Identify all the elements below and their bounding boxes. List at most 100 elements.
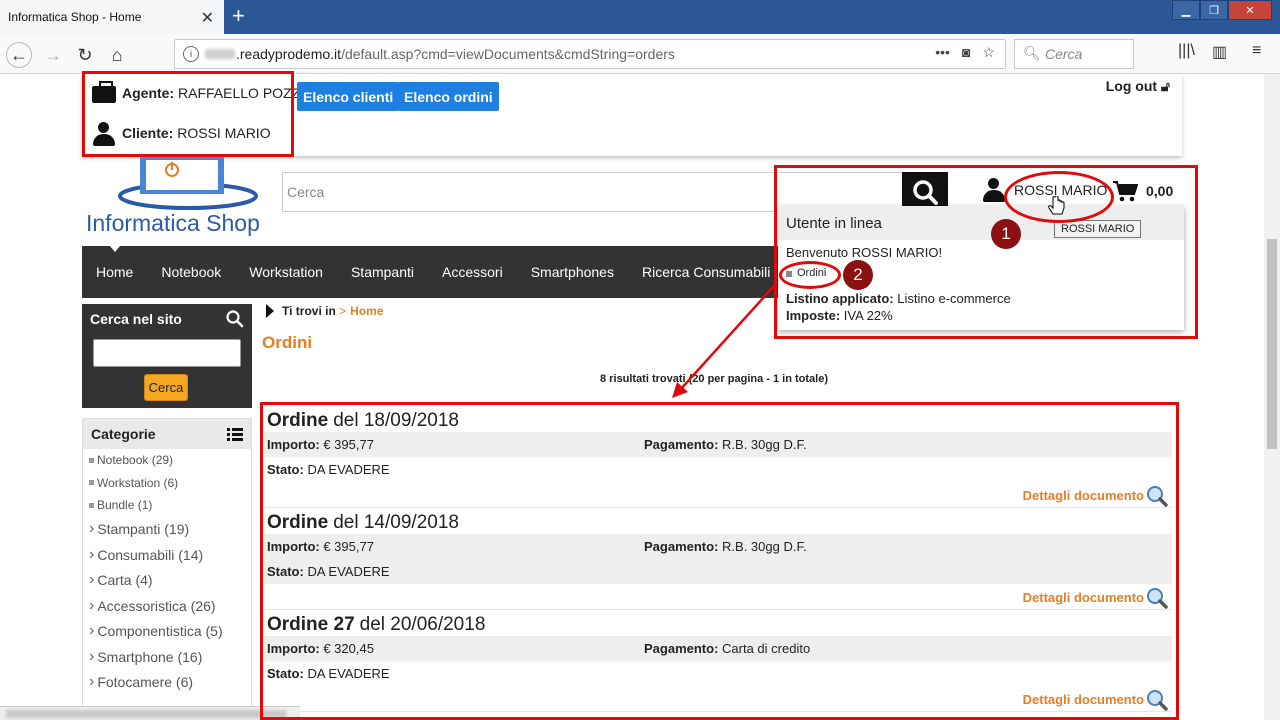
back-icon[interactable]: ← [6, 42, 32, 68]
briefcase-icon [92, 81, 116, 104]
page-scrollbar[interactable] [1264, 74, 1280, 720]
browser-search[interactable]: 🔍︎ Cerca [1014, 39, 1134, 69]
order-title-bold: Ordine [267, 512, 329, 533]
category-smartphone[interactable]: Smartphone (16) [89, 644, 251, 670]
scrollbar-thumb[interactable] [1267, 239, 1277, 449]
browser-search-placeholder: Cerca [1045, 46, 1083, 62]
site-search-button[interactable]: Cerca [144, 374, 188, 401]
stato-label: Stato: [267, 462, 304, 477]
agent-label: Agente: [122, 85, 175, 101]
menu-item-stampanti[interactable]: Stampanti [337, 264, 428, 280]
category-consumabili[interactable]: Consumabili (14) [89, 542, 251, 568]
tab-title: Informatica Shop - Home [8, 10, 142, 24]
category-stampanti[interactable]: Stampanti (19) [89, 517, 251, 543]
logout-label: Log out [1105, 78, 1158, 94]
stato-value: DA EVADERE [307, 666, 390, 681]
order-item: Ordine del 18/09/2018 Importo: € 395,77 P… [264, 406, 1172, 508]
menu-item-accessori[interactable]: Accessori [428, 264, 517, 280]
client-row: Cliente: ROSSI MARIO [92, 122, 271, 146]
site-info-icon[interactable]: i [183, 46, 199, 62]
results-count: 8 risultati trovati (20 per pagina - 1 i… [600, 373, 828, 385]
stato-label: Stato: [267, 564, 304, 579]
pocket-icon[interactable]: ◙ [962, 44, 970, 61]
category-notebook[interactable]: Notebook (29) [89, 449, 251, 472]
order-status-row: Stato: DA EVADERE [264, 457, 1172, 482]
step-marker-1: 1 [991, 219, 1021, 249]
order-detail-link[interactable]: Dettagli documento [264, 482, 1172, 508]
page-actions-icon[interactable]: ••• [935, 44, 950, 61]
category-bundle[interactable]: Bundle (1) [89, 494, 251, 517]
sidebar-toggle-icon[interactable]: ▥ [1212, 42, 1227, 62]
menu-item-notebook[interactable]: Notebook [147, 264, 235, 280]
hand-cursor-icon [1048, 196, 1065, 215]
browser-tab[interactable]: Informatica Shop - Home ✕ [0, 0, 224, 34]
home-icon[interactable]: ⌂ [104, 42, 130, 68]
library-icon[interactable]: |||\ [1178, 42, 1195, 60]
importo-value: € 320,45 [323, 641, 374, 656]
user-account[interactable]: ROSSI MARIO [982, 178, 1107, 202]
client-list-button[interactable]: Elenco clienti [297, 82, 400, 111]
order-detail-label: Dettagli documento [1022, 589, 1144, 605]
breadcrumb-home-link[interactable]: Home [350, 304, 383, 318]
order-date: del 14/09/2018 [333, 512, 459, 533]
menu-item-home[interactable]: Home [82, 264, 147, 280]
stato-label: Stato: [267, 666, 304, 681]
close-tab-icon[interactable]: ✕ [201, 8, 214, 28]
logo-text: Informatica Shop [86, 210, 260, 236]
list-icon[interactable] [227, 428, 243, 441]
categories-box: Categorie Notebook (29) Workstation (6) … [82, 418, 252, 720]
order-list-button[interactable]: Elenco ordini [398, 82, 499, 111]
category-carta[interactable]: Carta (4) [89, 568, 251, 594]
breadcrumb-prefix: Ti trovi in [282, 304, 336, 318]
url-domain: .readyprodemo.it [236, 46, 342, 62]
shop-search-placeholder: Cerca [287, 184, 325, 200]
bookmark-star-icon[interactable]: ☆ [982, 44, 995, 61]
cart-total: 0,00 [1146, 183, 1174, 199]
agent-row: Agente: RAFFAELLO POZZI [92, 81, 304, 104]
menu-item-ricerca-consumabili[interactable]: Ricerca Consumabili [628, 264, 784, 280]
order-status-row: Stato: DA EVADERE [264, 559, 1172, 584]
search-icon [913, 180, 938, 205]
user-tooltip: ROSSI MARIO [1054, 220, 1142, 238]
logout-link[interactable]: Log out 🔓︎ [1106, 78, 1170, 95]
magnifier-icon [1147, 588, 1168, 609]
menu-item-smartphones[interactable]: Smartphones [517, 264, 628, 280]
reload-icon[interactable]: ↻ [72, 42, 98, 68]
order-detail-label: Dettagli documento [1022, 691, 1144, 707]
site-search-input[interactable] [93, 339, 241, 367]
category-componentistica[interactable]: Componentistica (5) [89, 619, 251, 645]
order-detail-link[interactable]: Dettagli documento [264, 584, 1172, 610]
forward-icon[interactable]: → [40, 42, 66, 68]
order-detail-link[interactable]: Dettagli documento [264, 686, 1172, 712]
close-window-icon[interactable]: ✕ [1228, 0, 1272, 20]
order-title: Ordine del 14/09/2018 [264, 508, 1172, 534]
url-bar[interactable]: i .readyprodemo.it /default.asp?cmd=view… [174, 39, 1006, 69]
cart-icon [1113, 181, 1138, 202]
window-controls: ▁ ❐ ✕ [1172, 0, 1272, 20]
menu-item-workstation[interactable]: Workstation [235, 264, 337, 280]
menu-caret-icon [110, 246, 120, 252]
breadcrumb-arrow-icon [266, 304, 274, 318]
new-tab-icon[interactable]: + [232, 3, 245, 29]
step-marker-2: 2 [843, 260, 873, 290]
menu-hamburger-icon[interactable]: ≡ [1252, 42, 1261, 60]
category-fotocamere[interactable]: Fotocamere (6) [89, 670, 251, 696]
site-search-title: Cerca nel sito [90, 311, 182, 327]
listino-value: Listino e-commerce [897, 291, 1011, 306]
pagamento-label: Pagamento: [644, 437, 719, 452]
pagamento: Pagamento: R.B. 30gg D.F. [644, 437, 807, 452]
imposte-label: Imposte: [786, 308, 841, 323]
orders-link[interactable]: Ordini [786, 265, 826, 282]
magnifier-icon [1147, 486, 1168, 507]
pagamento-label: Pagamento: [644, 641, 719, 656]
categories-header: Categorie [83, 419, 251, 449]
cart[interactable]: 0,00 [1112, 180, 1173, 202]
category-accessoristica[interactable]: Accessoristica (26) [89, 593, 251, 619]
magnifier-icon [1147, 690, 1168, 711]
category-workstation[interactable]: Workstation (6) [89, 472, 251, 495]
restore-icon[interactable]: ❐ [1200, 0, 1228, 20]
importo-value: € 395,77 [323, 539, 374, 554]
order-date: del 20/06/2018 [359, 614, 486, 635]
shop-logo[interactable]: Informatica Shop [86, 156, 276, 236]
minimize-icon[interactable]: ▁ [1172, 0, 1200, 20]
